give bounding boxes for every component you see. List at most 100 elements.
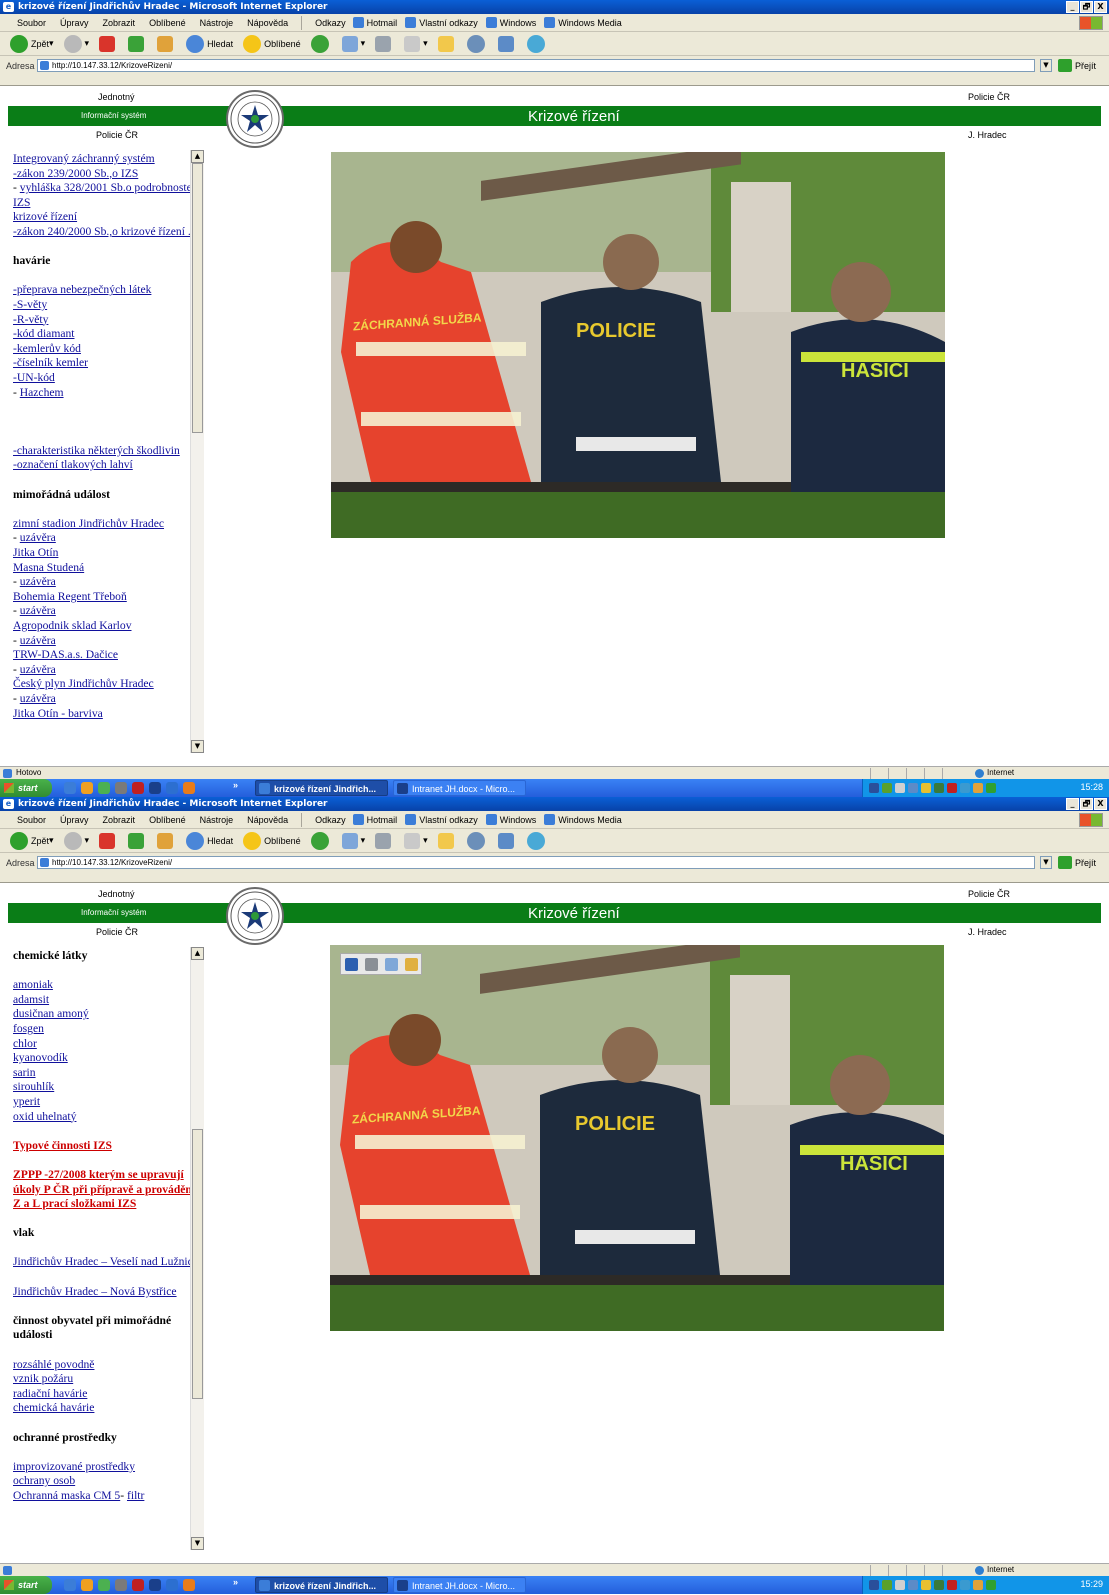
tray-icon[interactable]: [960, 1580, 970, 1590]
home-button[interactable]: [157, 832, 176, 849]
nav-link-zakon-239[interactable]: -zákon 239/2000 Sb.,o IZS: [13, 167, 205, 182]
address-input[interactable]: http://10.147.33.12/KrizoveRizeni/: [37, 856, 1035, 869]
desktop-quicklaunch-icon[interactable]: [166, 782, 178, 794]
nav-link-jh-nova-bystrice[interactable]: Jindřichův Hradec – Nová Bystřice: [13, 1285, 205, 1300]
outlook-quicklaunch-icon[interactable]: [81, 782, 93, 794]
restore-button[interactable]: 🗗: [1080, 798, 1093, 810]
nav-link-uzavera[interactable]: uzávěra: [20, 575, 56, 588]
restore-button[interactable]: 🗗: [1080, 1, 1093, 13]
favorites-button[interactable]: Oblíbené: [243, 34, 301, 53]
tray-icon[interactable]: [921, 1580, 931, 1590]
search-button[interactable]: Hledat: [186, 34, 233, 53]
tray-icon[interactable]: [908, 783, 918, 793]
go-button[interactable]: Přejít: [1058, 856, 1096, 869]
print-image-icon[interactable]: [364, 957, 378, 971]
outlook-quicklaunch-icon[interactable]: [81, 1579, 93, 1591]
back-button[interactable]: Zpět ▾: [10, 34, 54, 53]
task-word-window[interactable]: Intranet JH.docx - Micro...: [393, 780, 526, 796]
quicklaunch-chevron[interactable]: »: [233, 1577, 238, 1587]
nav-scrollbar[interactable]: ▲ ▼: [190, 150, 204, 753]
messenger-quicklaunch-icon[interactable]: [98, 1579, 110, 1591]
stop-button[interactable]: [99, 35, 118, 52]
print-button[interactable]: [375, 832, 394, 849]
nav-link-ciselnik-kemler[interactable]: -číselník kemler: [13, 356, 205, 371]
tray-icon[interactable]: [947, 1580, 957, 1590]
email-image-icon[interactable]: [384, 957, 398, 971]
scroll-down-button[interactable]: ▼: [191, 740, 204, 753]
nav-link-kod-diamant[interactable]: -kód diamant: [13, 327, 205, 342]
menu-oblibene[interactable]: Oblíbené: [149, 815, 186, 825]
nav-link-bohemia-regent[interactable]: Bohemia Regent Třeboň: [13, 590, 205, 605]
nav-link-pozar[interactable]: vznik požáru: [13, 1372, 205, 1387]
menu-soubor[interactable]: Soubor: [17, 815, 46, 825]
app-quicklaunch-icon[interactable]: [132, 782, 144, 794]
nav-link-chlor[interactable]: chlor: [13, 1037, 205, 1052]
tray-icon[interactable]: [895, 783, 905, 793]
messenger-button[interactable]: [497, 832, 517, 849]
close-button[interactable]: X: [1094, 798, 1107, 810]
link-hotmail[interactable]: Hotmail: [352, 17, 397, 28]
tray-icon[interactable]: [934, 1580, 944, 1590]
history-button[interactable]: [310, 34, 332, 53]
window-titlebar[interactable]: e krizové řízení Jindřichův Hradec - Mic…: [0, 797, 1109, 811]
tray-icon[interactable]: [973, 783, 983, 793]
address-dropdown-button[interactable]: ▼: [1040, 856, 1052, 869]
nav-link-chemicka[interactable]: chemická havárie: [13, 1401, 205, 1416]
nav-link-oznaceni-lahvi[interactable]: -označení tlakových lahví: [13, 458, 205, 473]
forward-button[interactable]: ▾: [63, 34, 89, 53]
search-button[interactable]: Hledat: [186, 831, 233, 850]
nav-link-krizove-rizeni[interactable]: krizové řízení: [13, 210, 205, 225]
nav-link-uzavera[interactable]: uzávěra: [20, 531, 56, 544]
link-vlastni-odkazy[interactable]: Vlastní odkazy: [405, 17, 478, 28]
tray-icon[interactable]: [882, 783, 892, 793]
nav-link-ochrany-osob[interactable]: ochrany osob: [13, 1474, 205, 1489]
nav-link-agropodnik[interactable]: Agropodnik sklad Karlov: [13, 619, 205, 634]
mail-button[interactable]: ▾: [341, 832, 365, 849]
nav-link-amoniak[interactable]: amoniak: [13, 978, 205, 993]
scroll-thumb[interactable]: [192, 163, 203, 433]
nav-link-jitka-otin-barviva[interactable]: Jitka Otín - barviva: [13, 707, 205, 722]
nav-link-r-vety[interactable]: -R-věty: [13, 313, 205, 328]
app-quicklaunch-icon[interactable]: [132, 1579, 144, 1591]
nav-link-filtr[interactable]: filtr: [127, 1489, 144, 1502]
tray-icon[interactable]: [921, 783, 931, 793]
messenger-button[interactable]: [497, 35, 517, 52]
nav-link-fosgen[interactable]: fosgen: [13, 1022, 205, 1037]
scroll-up-button[interactable]: ▲: [191, 150, 204, 163]
ie-quicklaunch-icon[interactable]: [64, 782, 76, 794]
nav-link-kyanovodik[interactable]: kyanovodík: [13, 1051, 205, 1066]
nav-link-masna-studena[interactable]: Masna Studená: [13, 561, 205, 576]
nav-link-trw-das[interactable]: TRW-DAS.a.s. Dačice: [13, 648, 205, 663]
nav-link-jitka-otin[interactable]: Jitka Otín: [13, 546, 205, 561]
refresh-button[interactable]: [128, 35, 147, 52]
tray-icon[interactable]: [882, 1580, 892, 1590]
menu-napoveda[interactable]: Nápověda: [247, 18, 288, 28]
nav-link-maska[interactable]: Ochranná maska CM 5: [13, 1489, 120, 1502]
link-windows-media[interactable]: Windows Media: [544, 814, 622, 825]
start-button[interactable]: start: [0, 1576, 52, 1594]
menu-zobrazit[interactable]: Zobrazit: [103, 815, 136, 825]
link-windows-media[interactable]: Windows Media: [544, 17, 622, 28]
minimize-button[interactable]: _: [1066, 1, 1079, 13]
nav-link-sirouhlik[interactable]: sirouhlík: [13, 1080, 205, 1095]
menu-nastroje[interactable]: Nástroje: [200, 18, 234, 28]
menu-upravy[interactable]: Úpravy: [60, 18, 89, 28]
stop-button[interactable]: [99, 832, 118, 849]
nav-link-hazchem[interactable]: Hazchem: [20, 386, 64, 399]
quicklaunch-chevron[interactable]: »: [233, 780, 238, 790]
tray-icon[interactable]: [934, 783, 944, 793]
nav-link-oxid-uhelnaty[interactable]: oxid uhelnatý: [13, 1110, 205, 1125]
messenger-quicklaunch-icon[interactable]: [98, 782, 110, 794]
home-button[interactable]: [157, 35, 176, 52]
link-windows[interactable]: Windows: [485, 814, 536, 825]
open-folder-icon[interactable]: [404, 957, 418, 971]
minimize-button[interactable]: _: [1066, 798, 1079, 810]
address-input[interactable]: http://10.147.33.12/KrizoveRizeni/: [37, 59, 1035, 72]
nav-scrollbar[interactable]: ▲ ▼: [190, 947, 204, 1550]
tray-icon[interactable]: [986, 1580, 996, 1590]
edit-button[interactable]: ▾: [404, 35, 428, 52]
nav-link-typove-cinnosti[interactable]: Typové činnosti IZS: [13, 1139, 205, 1154]
contacts-button[interactable]: [526, 34, 548, 53]
refresh-button[interactable]: [128, 832, 147, 849]
nav-link-uzavera[interactable]: uzávěra: [20, 692, 56, 705]
